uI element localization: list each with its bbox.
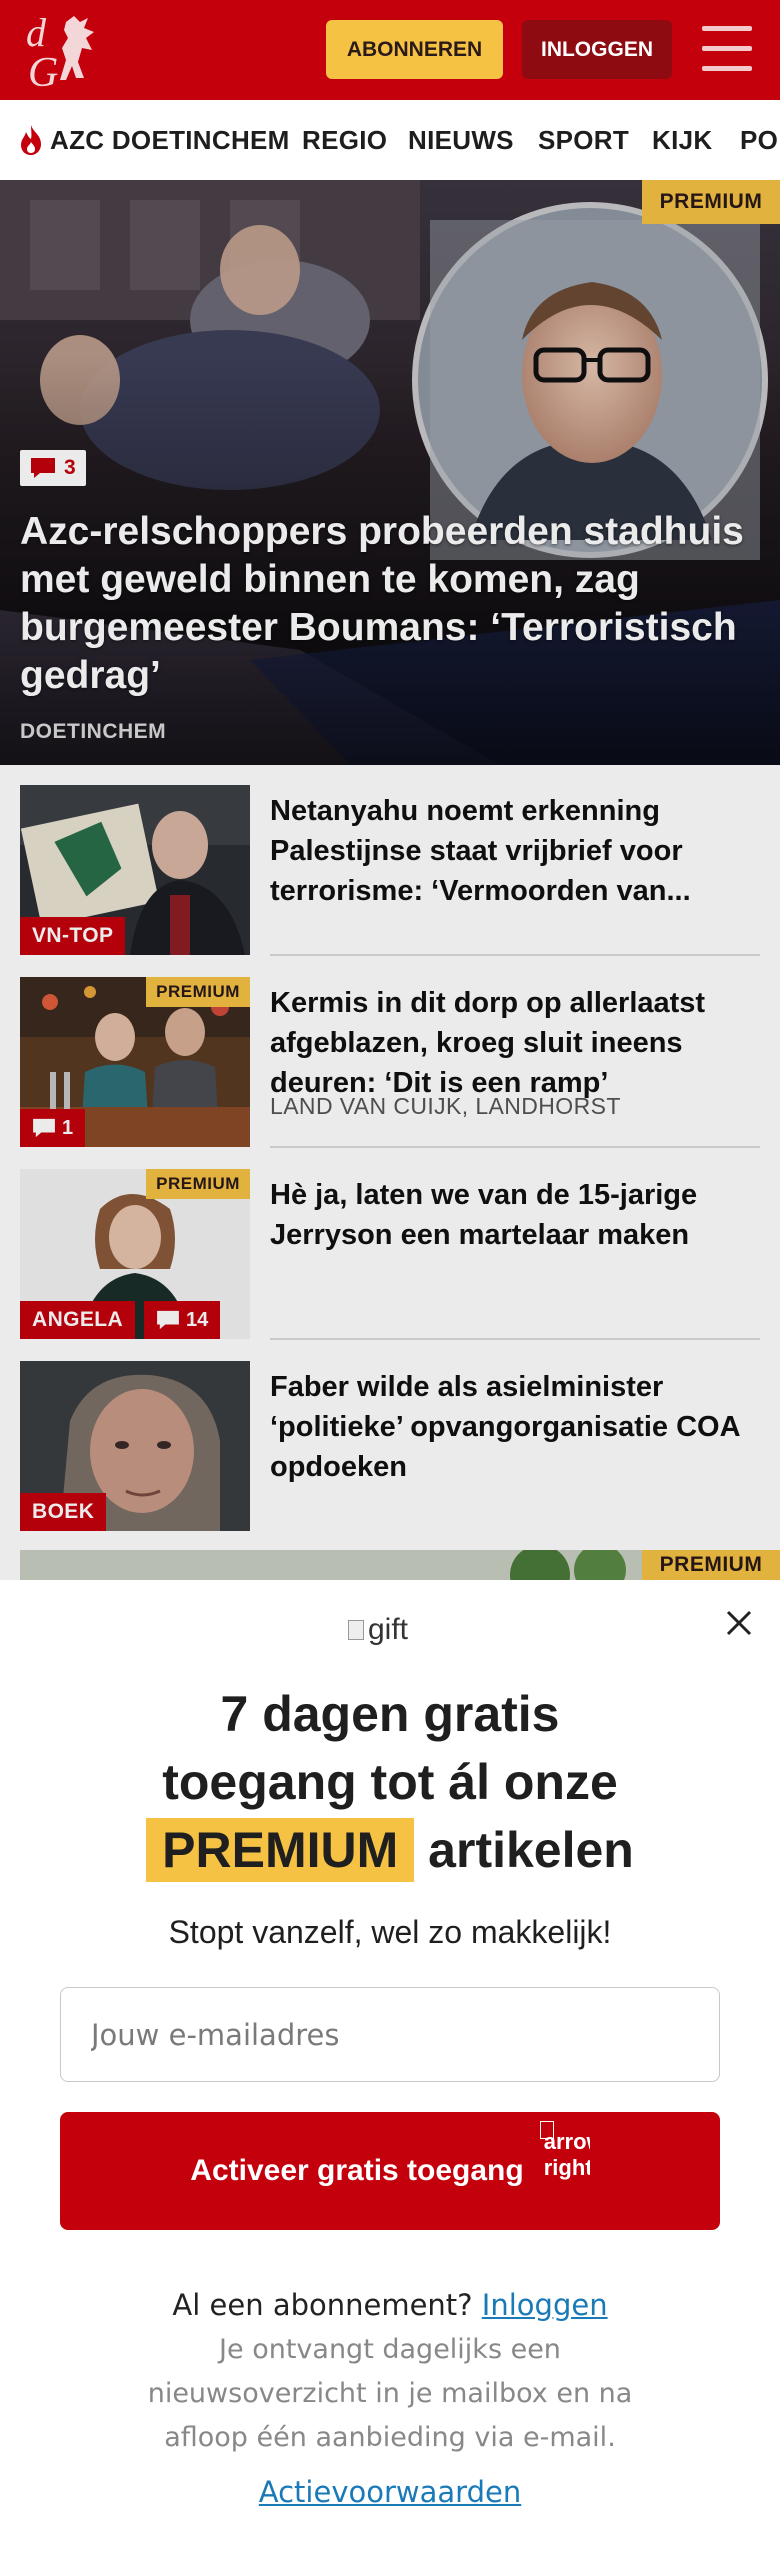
nav-item-kijk[interactable]: KIJK — [652, 100, 712, 180]
comment-count: 14 — [186, 1308, 209, 1331]
comment-count-badge[interactable]: 14 — [144, 1301, 221, 1339]
list-item[interactable]: PREMIUM 1 Kermis in dit dorp op allerlaa… — [20, 957, 780, 1148]
headline-line-1: 7 dagen gratis — [220, 1686, 560, 1742]
existing-subscription-text: Al een abonnement? Inloggen — [0, 2288, 780, 2322]
article-kicker: BOEK — [20, 1493, 107, 1531]
nav-item-sport[interactable]: SPORT — [538, 100, 629, 180]
broken-image-icon — [539, 2121, 554, 2139]
comment-count: 3 — [64, 456, 76, 479]
article-thumbnail: PREMIUM ANGELA 14 — [20, 1169, 250, 1339]
premium-badge: PREMIUM — [146, 1169, 250, 1199]
article-thumbnail: BOEK — [20, 1361, 250, 1531]
article-title[interactable]: Kermis in dit dorp op allerlaatst afgebl… — [270, 983, 760, 1103]
hero-article[interactable]: PREMIUM 3 Azc-relschoppers probeerden st… — [0, 180, 780, 765]
headline-rest: artikelen — [428, 1822, 634, 1878]
nav-item-regio[interactable]: REGIO — [302, 100, 387, 180]
site-header: d G ABONNEREN INLOGGEN — [0, 0, 780, 100]
article-thumbnail: VN-TOP — [20, 785, 250, 955]
article-kicker: ANGELA — [20, 1301, 136, 1339]
comment-icon — [33, 1118, 55, 1138]
hero-region: DOETINCHEM — [20, 720, 167, 743]
login-link[interactable]: Inloggen — [482, 2288, 608, 2322]
list-item[interactable]: PREMIUM ANGELA 14 Hè ja, laten we van de… — [20, 1149, 780, 1340]
next-article-teaser[interactable]: PREMIUM — [20, 1550, 780, 1580]
headline-line-2: toegang tot ál onze — [162, 1754, 618, 1810]
nav-item-azc-doetinchem[interactable]: AZC DOETINCHEM — [16, 100, 290, 180]
modal-headline: 7 dagen gratis toegang tot ál onze PREMI… — [0, 1680, 780, 1884]
premium-trial-modal: gift 7 dagen gratis toegang tot ál onze … — [0, 1580, 780, 2560]
gift-icon: gift — [348, 1613, 409, 1646]
dg-logo[interactable]: d G — [22, 8, 118, 92]
email-input[interactable] — [60, 1987, 720, 2082]
divider — [270, 954, 760, 956]
premium-badge: PREMIUM — [642, 1550, 780, 1580]
article-thumbnail: PREMIUM 1 — [20, 977, 250, 1147]
comment-count-badge[interactable]: 1 — [20, 1109, 86, 1147]
nav-item-label: AZC DOETINCHEM — [50, 124, 290, 155]
terms-container: Actievoorwaarden — [0, 2475, 780, 2509]
subscribe-button[interactable]: ABONNEREN — [326, 20, 503, 79]
nav-item-label: SPORT — [538, 124, 630, 155]
arrow-right-icon: arrow right — [539, 2121, 590, 2221]
svg-text:d: d — [26, 10, 47, 55]
gift-alt-text: gift — [368, 1613, 409, 1646]
list-item[interactable]: VN-TOP Netanyahu noemt erkenning Palesti… — [20, 765, 780, 956]
section-nav: AZC DOETINCHEM REGIO NIEUWS SPORT KIJK P… — [0, 100, 780, 180]
nav-item-label: REGIO — [302, 124, 388, 155]
comment-icon — [31, 458, 55, 478]
article-kicker: VN-TOP — [20, 917, 126, 955]
premium-badge: PREMIUM — [146, 977, 250, 1007]
nav-item-label: NIEUWS — [408, 124, 514, 155]
article-title[interactable]: Hè ja, laten we van de 15-jarige Jerryso… — [270, 1175, 760, 1255]
nav-item-nieuws[interactable]: NIEUWS — [408, 100, 514, 180]
have-subscription-label: Al een abonnement? — [172, 2288, 473, 2322]
article-title[interactable]: Faber wilde als asielminister ‘politieke… — [270, 1367, 760, 1487]
divider — [270, 1146, 760, 1148]
terms-link[interactable]: Actievoorwaarden — [259, 2475, 521, 2509]
fineprint-text: Je ontvangt dagelijks een nieuwsoverzich… — [147, 2334, 633, 2453]
svg-text:G: G — [28, 50, 58, 92]
article-title[interactable]: Netanyahu noemt erkenning Palestijnse st… — [270, 791, 760, 911]
cta-label: Activeer gratis toegang — [190, 2154, 524, 2187]
comment-count: 1 — [62, 1116, 74, 1139]
modal-subtitle: Stopt vanzelf, wel zo makkelijk! — [168, 1914, 612, 1950]
divider — [270, 1338, 760, 1340]
activate-trial-button[interactable]: Activeer gratis toegang arrow right — [60, 2112, 720, 2230]
nav-item-label: KIJK — [652, 124, 713, 155]
login-button[interactable]: INLOGGEN — [522, 20, 672, 79]
nav-item-label: PO — [740, 124, 779, 155]
comment-icon — [157, 1310, 179, 1330]
close-icon[interactable] — [722, 1606, 756, 1640]
nav-item-more[interactable]: PO — [740, 100, 778, 180]
menu-icon[interactable] — [702, 26, 752, 72]
list-item[interactable]: BOEK Faber wilde als asielminister ‘poli… — [20, 1341, 780, 1531]
article-region: LAND VAN CUIJK, LANDHORST — [270, 1093, 621, 1119]
flame-icon — [21, 125, 41, 155]
comment-count-badge[interactable]: 3 — [20, 450, 86, 486]
hero-headline[interactable]: Azc-relschoppers probeerden stadhuis met… — [20, 508, 760, 700]
premium-highlight: PREMIUM — [146, 1818, 415, 1882]
premium-badge: PREMIUM — [642, 180, 780, 224]
broken-image-icon — [348, 1620, 364, 1640]
